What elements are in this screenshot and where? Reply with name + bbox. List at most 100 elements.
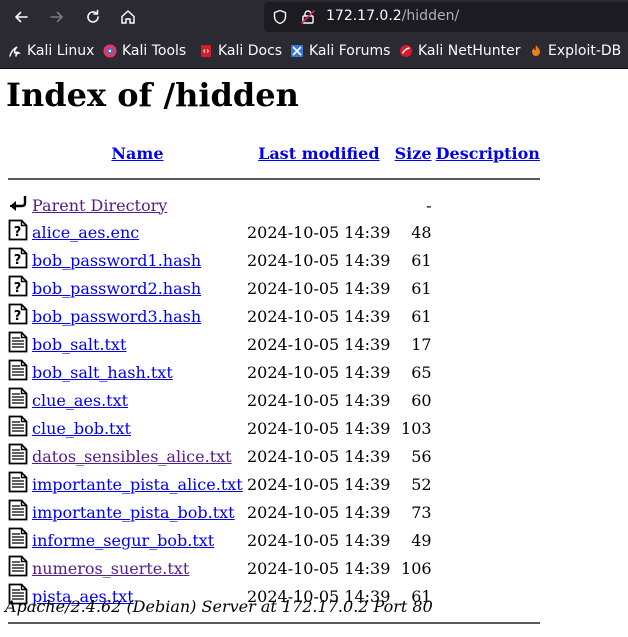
bookmark-kali-docs[interactable]: Kali Docs	[199, 42, 282, 60]
icon-cell: ?	[7, 275, 29, 301]
parent-directory-link[interactable]: Parent Directory	[32, 196, 167, 215]
unknown-file-icon: ?	[8, 219, 28, 245]
file-row: datos_sensibles_alice.txt 2024-10-05 14:3…	[7, 443, 541, 469]
description-cell	[435, 247, 541, 273]
bookmark-kali-tools[interactable]: Kali Tools	[103, 42, 186, 60]
back-button[interactable]	[9, 5, 33, 29]
file-link[interactable]: bob_salt.txt	[32, 335, 126, 354]
sort-by-name-link[interactable]: Name	[111, 144, 163, 163]
name-cell: bob_password1.hash	[31, 247, 244, 273]
modified-cell: 2024-10-05 14:39	[246, 558, 391, 578]
file-row: ? bob_password1.hash 2024-10-05 14:39 61	[7, 247, 541, 273]
svg-text:?: ?	[14, 253, 22, 268]
divider	[8, 178, 540, 180]
file-link[interactable]: clue_aes.txt	[32, 391, 128, 410]
icon-cell	[7, 527, 29, 553]
icon-cell	[7, 193, 29, 217]
size-cell: 103	[401, 418, 432, 438]
description-cell	[435, 331, 541, 357]
sort-by-size-link[interactable]: Size	[395, 144, 432, 163]
bookmark-label: Kali Linux	[27, 43, 95, 59]
name-cell: informe_segur_bob.txt	[31, 527, 244, 553]
name-cell: importante_pista_alice.txt	[31, 471, 244, 497]
icon-cell: ?	[7, 219, 29, 245]
reload-button[interactable]	[81, 5, 105, 29]
icon-cell	[7, 499, 29, 525]
modified-cell: 2024-10-05 14:39	[246, 334, 391, 354]
name-cell: clue_bob.txt	[31, 415, 244, 441]
file-row: clue_aes.txt 2024-10-05 14:39 60	[7, 387, 541, 413]
unknown-file-icon: ?	[8, 247, 28, 273]
svg-text:?: ?	[14, 309, 22, 324]
exploit-db-icon	[532, 45, 540, 56]
bookmarks-bar: Kali Linux Kali Tools Kali Docs Kali For…	[0, 34, 628, 69]
name-cell: importante_pista_bob.txt	[31, 499, 244, 525]
file-link[interactable]: clue_bob.txt	[32, 419, 131, 438]
size-cell: 61	[411, 306, 432, 326]
bookmark-kali-nethunter[interactable]: Kali NetHunter	[399, 42, 520, 60]
description-cell	[435, 443, 541, 469]
text-file-icon	[8, 499, 28, 525]
directory-listing: Name Last modified Size Description Pare…	[5, 139, 543, 637]
insecure-lock-icon[interactable]	[300, 9, 316, 25]
size-cell: 60	[411, 390, 432, 410]
name-cell: Parent Directory	[31, 193, 244, 217]
file-link[interactable]: bob_password3.hash	[32, 307, 201, 326]
size-cell: 49	[411, 530, 432, 550]
file-link[interactable]: bob_password1.hash	[32, 251, 201, 270]
description-column-header: Description	[435, 141, 541, 165]
file-link[interactable]: informe_segur_bob.txt	[32, 531, 214, 550]
file-link[interactable]: datos_sensibles_alice.txt	[32, 447, 232, 466]
size-cell: -	[426, 195, 432, 215]
size-cell: 73	[411, 502, 432, 522]
description-cell	[435, 527, 541, 553]
icon-cell	[7, 555, 29, 581]
modified-cell: 2024-10-05 14:39	[246, 502, 391, 522]
unknown-file-icon: ?	[8, 275, 28, 301]
reload-icon	[87, 9, 99, 23]
tracking-shield-icon[interactable]	[272, 9, 288, 25]
file-row: bob_salt_hash.txt 2024-10-05 14:39 65	[7, 359, 541, 385]
forward-arrow-icon	[50, 11, 63, 23]
size-cell: 52	[411, 474, 432, 494]
modified-cell: 2024-10-05 14:39	[246, 390, 391, 410]
text-file-icon	[8, 471, 28, 497]
unknown-file-icon: ?	[8, 303, 28, 329]
url-bar[interactable]: 172.17.0.2/hidden/	[264, 2, 628, 32]
icon-cell	[7, 415, 29, 441]
kali-forums-icon	[291, 45, 303, 57]
bookmark-label: Kali NetHunter	[418, 43, 521, 59]
url-text[interactable]: 172.17.0.2/hidden/	[326, 8, 459, 24]
file-row: importante_pista_bob.txt 2024-10-05 14:39…	[7, 499, 541, 525]
sort-by-modified-link[interactable]: Last modified	[258, 144, 379, 163]
bookmark-label: Kali Forums	[309, 43, 391, 59]
file-row: ? alice_aes.enc 2024-10-05 14:39 48	[7, 219, 541, 245]
description-cell	[435, 499, 541, 525]
bookmark-kali-forums[interactable]: Kali Forums	[290, 42, 390, 60]
file-link[interactable]: numeros_suerte.txt	[32, 559, 189, 578]
file-link[interactable]: bob_password2.hash	[32, 279, 201, 298]
file-link[interactable]: bob_salt_hash.txt	[32, 363, 173, 382]
sort-by-description-link[interactable]: Description	[436, 144, 540, 163]
svg-text:?: ?	[14, 225, 22, 240]
home-button[interactable]	[116, 5, 140, 29]
icon-cell	[7, 387, 29, 413]
modified-cell: 2024-10-05 14:39	[246, 250, 391, 270]
kali-nethunter-icon	[400, 45, 412, 57]
url-path: /hidden/	[401, 8, 460, 24]
icon-cell	[7, 331, 29, 357]
file-row: informe_segur_bob.txt 2024-10-05 14:39 49	[7, 527, 541, 553]
modified-cell: 2024-10-05 14:39	[246, 446, 391, 466]
file-link[interactable]: importante_pista_bob.txt	[32, 503, 235, 522]
file-link[interactable]: alice_aes.enc	[32, 223, 139, 242]
page-content: Index of /hidden Name Last modified Size…	[0, 69, 628, 625]
forward-button[interactable]	[45, 5, 69, 29]
icon-cell: ?	[7, 247, 29, 273]
bookmark-kali-linux[interactable]: Kali Linux	[8, 42, 94, 60]
description-cell	[435, 275, 541, 301]
name-cell: numeros_suerte.txt	[31, 555, 244, 581]
modified-cell: 2024-10-05 14:39	[246, 474, 391, 494]
file-link[interactable]: importante_pista_alice.txt	[32, 475, 243, 494]
server-signature: Apache/2.4.62 (Debian) Server at 172.17.…	[5, 597, 433, 616]
bookmark-exploit-db[interactable]: Exploit-DB	[529, 42, 621, 60]
